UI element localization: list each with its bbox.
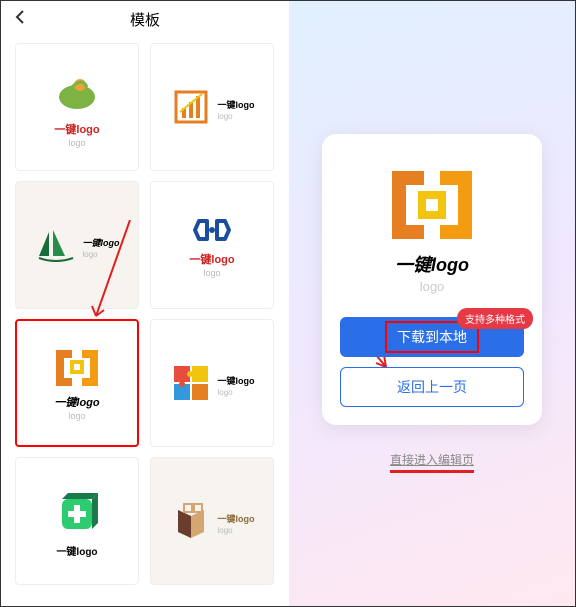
preview-sub: logo — [420, 279, 445, 294]
card-sub: logo — [218, 388, 255, 397]
card-brand: 一键logo — [218, 98, 255, 111]
card-brand: 一键logo — [54, 394, 99, 410]
card-brand: 一键logo — [218, 374, 255, 387]
card-sub: logo — [68, 138, 85, 148]
card-brand: 一键logo — [54, 121, 99, 137]
preview-panel: 一键logo logo 下载到本地 支持多种格式 返回上一页 直接进入编辑页 — [289, 1, 575, 606]
header: 模板 — [1, 1, 289, 37]
back-label: 返回上一页 — [397, 377, 467, 397]
plus-3d-icon — [50, 485, 104, 539]
template-card[interactable]: 一键logo logo — [15, 43, 139, 171]
chart-icon — [170, 86, 212, 128]
card-brand: 一键logo — [56, 543, 97, 558]
card-sub: logo — [83, 250, 120, 259]
card-brand: 一键logo — [83, 236, 120, 249]
back-icon[interactable] — [15, 9, 25, 30]
template-card[interactable]: 一键logo logo — [15, 181, 139, 309]
puzzle-icon — [170, 362, 212, 404]
bracket-icon — [382, 165, 482, 245]
preview-logo: 一键logo logo — [340, 152, 524, 307]
card-sub: logo — [218, 526, 255, 535]
template-card[interactable]: 一键logo logo — [150, 457, 274, 585]
template-card[interactable]: 一键logo logo — [150, 43, 274, 171]
preview-title: 一键logo — [395, 251, 469, 277]
format-badge: 支持多种格式 — [457, 308, 533, 329]
edit-link[interactable]: 直接进入编辑页 — [390, 451, 474, 473]
preview-card: 一键logo logo 下载到本地 支持多种格式 返回上一页 — [322, 134, 542, 425]
page-title: 模板 — [13, 9, 277, 30]
template-grid: 一键logo logo 一键logo logo — [1, 37, 289, 591]
infinity-icon — [187, 213, 237, 247]
template-card[interactable]: 一键logo logo — [150, 181, 274, 309]
card-brand: 一键logo — [218, 512, 255, 525]
download-button[interactable]: 下载到本地 支持多种格式 — [340, 317, 524, 357]
card-sub: logo — [218, 112, 255, 121]
back-button[interactable]: 返回上一页 — [340, 367, 524, 407]
template-card[interactable]: 一键logo — [15, 457, 139, 585]
card-sub: logo — [68, 411, 85, 421]
leaf-icon — [52, 67, 102, 117]
template-card[interactable]: 一键logo logo — [150, 319, 274, 447]
bracket-icon — [50, 346, 104, 390]
card-brand: 一键logo — [189, 251, 234, 267]
template-card-selected[interactable]: 一键logo logo — [15, 319, 139, 447]
card-sub: logo — [203, 268, 220, 278]
template-panel: 模板 一键logo logo — [1, 1, 289, 606]
book-icon — [170, 500, 212, 542]
sailboat-icon — [35, 224, 77, 266]
